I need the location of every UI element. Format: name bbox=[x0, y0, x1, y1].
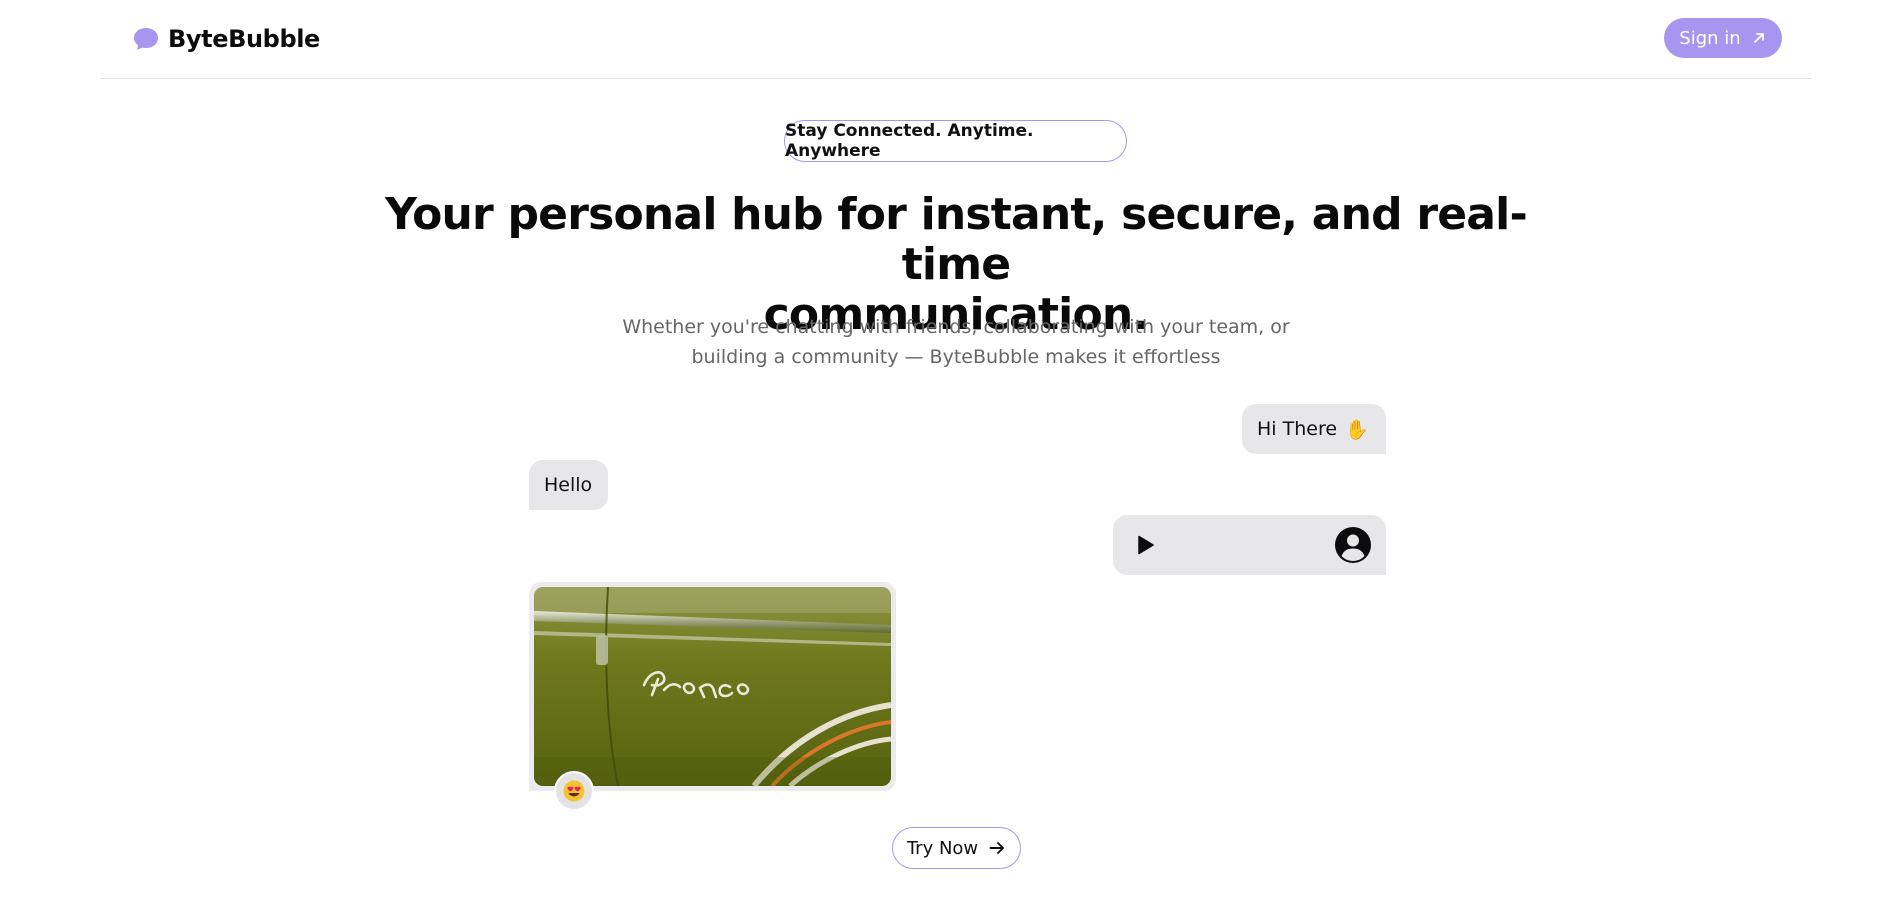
arrow-right-icon bbox=[989, 842, 1005, 854]
page-subtitle: Whether you're chatting with friends, co… bbox=[580, 312, 1332, 372]
outgoing-message-bubble: Hi There ✋ bbox=[1242, 404, 1386, 454]
user-avatar-icon bbox=[1335, 527, 1371, 563]
car-photo bbox=[534, 587, 891, 786]
landing-page: ByteBubble Sign in Stay Connected. Anyti… bbox=[0, 0, 1900, 912]
raised-hand-emoji: ✋ bbox=[1345, 418, 1369, 441]
try-now-label: Try Now bbox=[906, 837, 979, 859]
site-header: ByteBubble Sign in bbox=[100, 0, 1812, 79]
voice-message-bubble bbox=[1113, 515, 1386, 575]
chat-bubble-icon bbox=[134, 28, 158, 50]
subtitle-line-2: building a community — ByteBubble makes … bbox=[691, 346, 1221, 368]
outgoing-message-text: Hi There bbox=[1257, 418, 1338, 440]
reaction-badge[interactable] bbox=[554, 771, 594, 811]
try-now-button[interactable]: Try Now bbox=[892, 827, 1021, 869]
sign-in-button[interactable]: Sign in bbox=[1664, 18, 1782, 58]
tagline-badge: Stay Connected. Anytime. Anywhere bbox=[784, 120, 1127, 162]
play-icon[interactable] bbox=[1133, 533, 1157, 557]
headline-line-1: Your personal hub for instant, secure, a… bbox=[385, 189, 1528, 290]
image-message-bubble[interactable] bbox=[529, 582, 896, 791]
heart-eyes-emoji-icon bbox=[563, 780, 585, 802]
arrow-up-right-icon bbox=[1753, 33, 1764, 43]
sign-in-label: Sign in bbox=[1679, 27, 1741, 49]
brand[interactable]: ByteBubble bbox=[132, 24, 320, 54]
incoming-message-bubble: Hello bbox=[529, 460, 608, 510]
brand-name: ByteBubble bbox=[168, 25, 320, 53]
incoming-message-text: Hello bbox=[544, 474, 593, 496]
subtitle-line-1: Whether you're chatting with friends, co… bbox=[622, 316, 1290, 338]
